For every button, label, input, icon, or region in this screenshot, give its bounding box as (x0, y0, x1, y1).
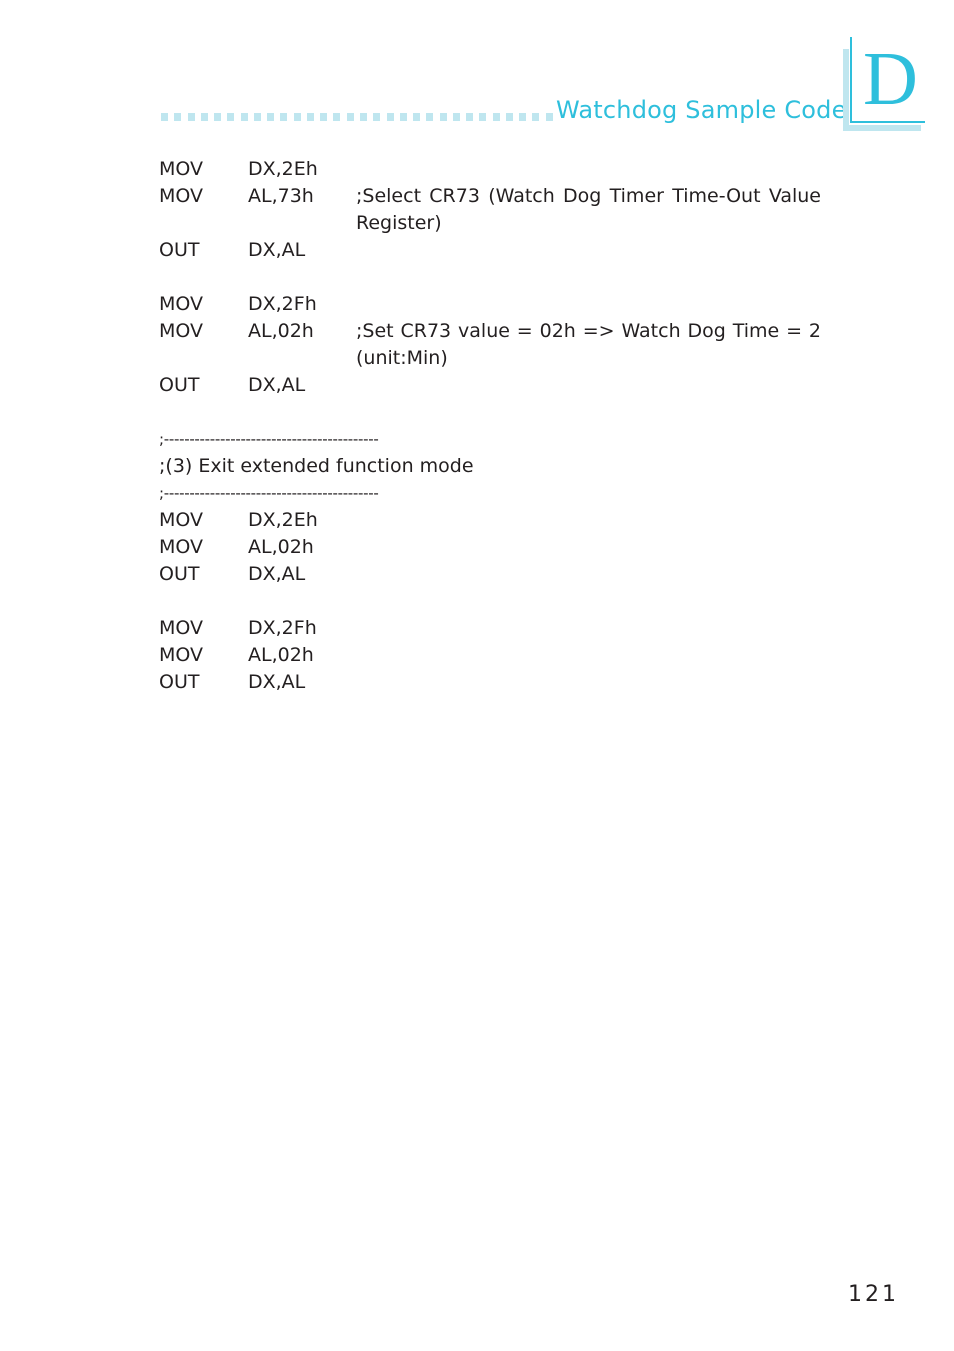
code-line: MOV AL,02h (159, 642, 821, 669)
opcode: OUT (159, 374, 200, 396)
dot-bar-segment (280, 113, 288, 121)
code-line-continuation: Register) (159, 210, 821, 237)
section-title: Watchdog Sample Code (556, 96, 847, 124)
dot-bar-segment (426, 113, 434, 121)
code-line: MOV AL,73h ;Select CR73 (Watch Dog Timer… (159, 183, 821, 210)
opcode: MOV (159, 158, 204, 180)
opcode: MOV (159, 185, 204, 207)
dot-bar-segment (200, 113, 208, 121)
code-line: MOV DX,2Fh (159, 615, 821, 642)
opcode: MOV (159, 320, 204, 342)
dot-bar-segment (373, 113, 381, 121)
dot-bar-segment (413, 113, 421, 121)
dot-bar-segment (174, 113, 182, 121)
code-line-continuation: (unit:Min) (159, 345, 821, 372)
dot-bar-segment (346, 113, 354, 121)
dot-bar-segment (293, 113, 301, 121)
badge-shadow-vertical (843, 49, 849, 131)
dot-bar-segment (161, 113, 168, 121)
operand: AL,02h (248, 320, 314, 342)
operand: DX,2Fh (248, 617, 317, 639)
operand: DX,2Fh (248, 293, 317, 315)
dot-bar-segment (359, 113, 367, 121)
dot-bar-segment (466, 113, 474, 121)
badge-line-vertical (850, 37, 852, 123)
code-block-3: MOV DX,2Eh MOV AL,02h OUT DX,AL (159, 507, 821, 588)
opcode: MOV (159, 536, 204, 558)
comment: ;Set CR73 value = 02h => Watch Dog Time … (356, 318, 821, 345)
code-block-2: MOV DX,2Fh MOV AL,02h ;Set CR73 value = … (159, 291, 821, 399)
code-line: MOV AL,02h ;Set CR73 value = 02h => Watc… (159, 318, 821, 345)
code-line: OUT DX,AL (159, 372, 821, 399)
appendix-letter: D (863, 37, 918, 121)
comment-continuation: (unit:Min) (356, 347, 448, 369)
comment-continuation: Register) (356, 212, 442, 234)
operand: DX,2Eh (248, 158, 318, 180)
code-line: MOV DX,2Eh (159, 156, 821, 183)
decorative-dot-bar (161, 113, 553, 122)
operand: DX,AL (248, 374, 306, 396)
operand: DX,AL (248, 671, 306, 693)
dot-bar-segment (452, 113, 460, 121)
opcode: OUT (159, 671, 200, 693)
operand: AL,73h (248, 185, 314, 207)
code-line: MOV AL,02h (159, 534, 821, 561)
badge-line-horizontal (850, 121, 925, 123)
dot-bar-segment (519, 113, 527, 121)
opcode: MOV (159, 293, 204, 315)
operand: DX,2Eh (248, 509, 318, 531)
dot-bar-segment (333, 113, 341, 121)
comment-separator: ;---------------------------------------… (159, 484, 379, 502)
code-listing: MOV DX,2Eh MOV AL,73h ;Select CR73 (Watc… (159, 156, 821, 696)
operand: AL,02h (248, 644, 314, 666)
dot-bar-segment (214, 113, 222, 121)
code-line: OUT DX,AL (159, 237, 821, 264)
opcode: MOV (159, 509, 204, 531)
badge-shadow-horizontal (843, 125, 921, 131)
appendix-badge: D (843, 37, 925, 131)
dot-bar-segment (479, 113, 487, 121)
operand: AL,02h (248, 536, 314, 558)
code-block-1: MOV DX,2Eh MOV AL,73h ;Select CR73 (Watc… (159, 156, 821, 264)
code-line: MOV DX,2Eh (159, 507, 821, 534)
dot-bar-segment (306, 113, 314, 121)
dot-bar-segment (240, 113, 248, 121)
code-line: OUT DX,AL (159, 561, 821, 588)
dot-bar-segment (267, 113, 275, 121)
opcode: OUT (159, 563, 200, 585)
dot-bar-segment (532, 113, 540, 121)
comment-text: ;Set CR73 value = 02h => Watch Dog Time … (356, 320, 821, 342)
dot-bar-segment (320, 113, 328, 121)
page-number: 121 (848, 1282, 899, 1307)
section-comment: ;(3) Exit extended function mode (159, 455, 474, 477)
code-block-4: MOV DX,2Fh MOV AL,02h OUT DX,AL (159, 615, 821, 696)
dot-bar-segment (227, 113, 235, 121)
code-line: MOV DX,2Fh (159, 291, 821, 318)
comment-text: ;Select CR73 (Watch Dog Timer Time-Out V… (356, 185, 821, 207)
opcode: MOV (159, 644, 204, 666)
comment-separator: ;---------------------------------------… (159, 430, 379, 448)
dot-bar-segment (253, 113, 261, 121)
opcode: OUT (159, 239, 200, 261)
dot-bar-segment (545, 113, 553, 121)
dot-bar-segment (492, 113, 500, 121)
dot-bar-segment (505, 113, 513, 121)
dot-bar-segment (187, 113, 195, 121)
dot-bar-segment (439, 113, 447, 121)
operand: DX,AL (248, 239, 306, 261)
dot-bar-segment (386, 113, 394, 121)
dot-bar-segment (399, 113, 407, 121)
opcode: MOV (159, 617, 204, 639)
code-line: OUT DX,AL (159, 669, 821, 696)
comment: ;Select CR73 (Watch Dog Timer Time-Out V… (356, 183, 821, 210)
operand: DX,AL (248, 563, 306, 585)
